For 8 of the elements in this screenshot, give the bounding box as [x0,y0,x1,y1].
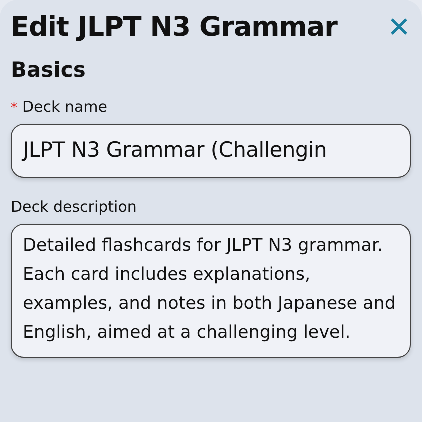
dialog-title: Edit JLPT N3 Grammar [11,12,338,44]
required-mark: * [11,100,18,118]
close-button[interactable]: ✕ [388,14,411,42]
input-field[interactable]: JLPT N3 Grammar (Challengin [11,124,411,178]
field-label: Deck name [22,96,108,118]
section-title: Basics [11,58,87,84]
text-area[interactable]: Detailed flashcards for JLPT N3 grammar. Each card includes explanations, examples, and notes in both Japanese and English, aimed at a challenging level. [11,224,411,358]
field-label: Deck description [11,196,137,218]
